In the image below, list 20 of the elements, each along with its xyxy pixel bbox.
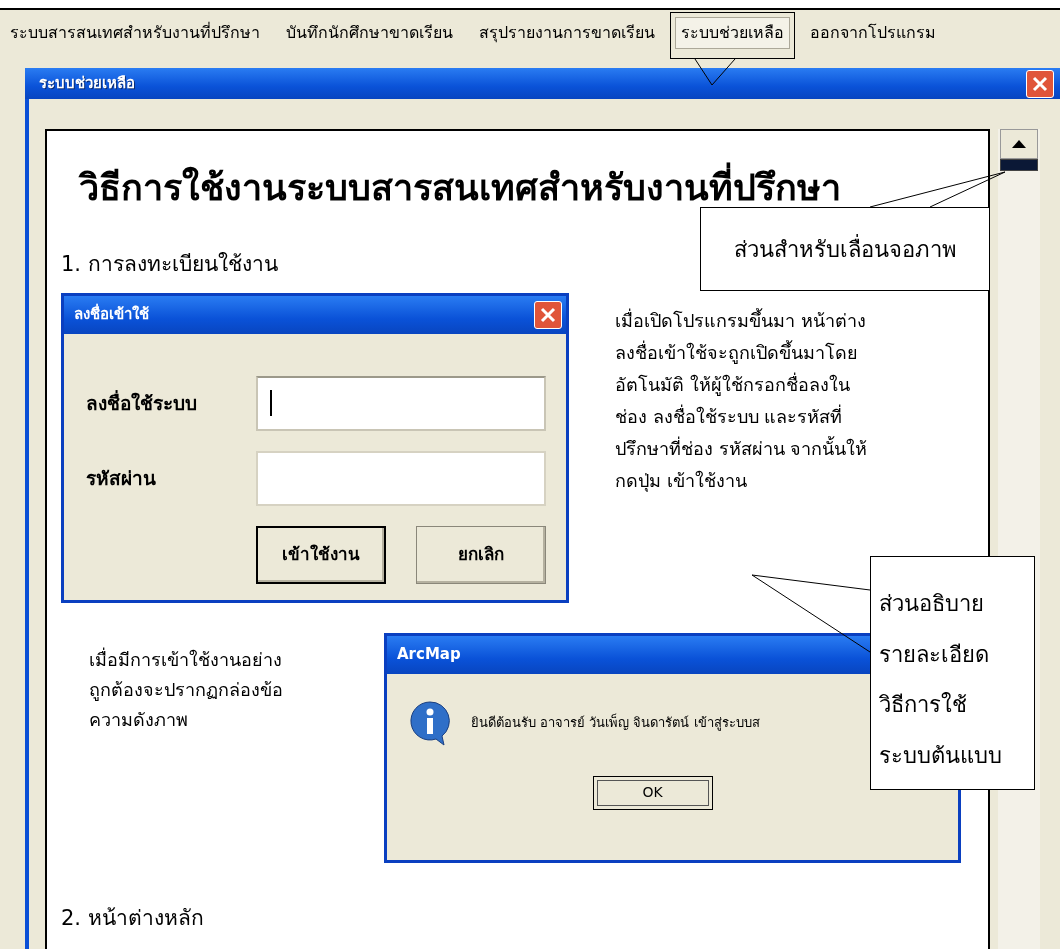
instruction-text: เมื่อเปิดโปรแกรมขึ้นมา หน้าต่าง ลงชื่อเข้าใช้จะถูกเปิดขึ้นมาโดย อัตโนมัติ ให้ผู้ใช้กรอกชื่อลงใน ช่อง ลงชื่อใช้ระบบ และรหัสที่ ปรึกษาที่ช่อง รหัสผ่าน จากนั้นให้ กดปุ่ม เข้าใช้งาน — [615, 307, 868, 494]
window-title: ระบบช่วยเหลือ — [39, 73, 135, 95]
field-label: ลงชื่อใช้ระบบ — [86, 389, 198, 416]
section-heading: 1. การลงทะเบียนใช้งาน — [61, 251, 278, 278]
menu-item[interactable]: ออกจากโปรแกรม — [804, 17, 942, 49]
section-heading: 2. หน้าต่างหลัก — [61, 904, 204, 932]
instruction-text: เมื่อมีการเข้าใช้งานอย่าง ถูกต้องจะปรากฏกล่องข้อ ความดังภาพ — [89, 646, 284, 732]
menu-item[interactable]: บันทึกนักศึกษาขาดเรียน — [280, 17, 459, 49]
menu-item[interactable]: สรุปรายงานการขาดเรียน — [473, 17, 661, 49]
login-button[interactable]: เข้าใช้งาน — [256, 525, 386, 584]
cancel-button[interactable]: ยกเลิก — [416, 525, 546, 584]
field-label: รหัสผ่าน — [86, 465, 157, 491]
dialog-title: ArcMap — [397, 644, 461, 666]
ok-button[interactable]: OK — [592, 775, 713, 810]
callout-text: ส่วนอธิบาย รายละเอียด วิธีการใช้ ระบบต้นแบบ — [870, 556, 1035, 790]
menu-item[interactable]: ระบบช่วยเหลือ — [675, 17, 790, 49]
message-text: ยินดีต้อนรับ อาจารย์ วันเพ็ญ จินดารัตน์ เข้าสู่ระบบส — [471, 712, 760, 733]
callout-text: ส่วนสำหรับเลื่อนจอภาพ — [700, 207, 990, 291]
dialog-title: ลงชื่อเข้าใช้ — [74, 303, 149, 326]
menu-item[interactable]: ระบบสารสนเทศสำหรับงานที่ปรึกษา — [4, 17, 266, 49]
